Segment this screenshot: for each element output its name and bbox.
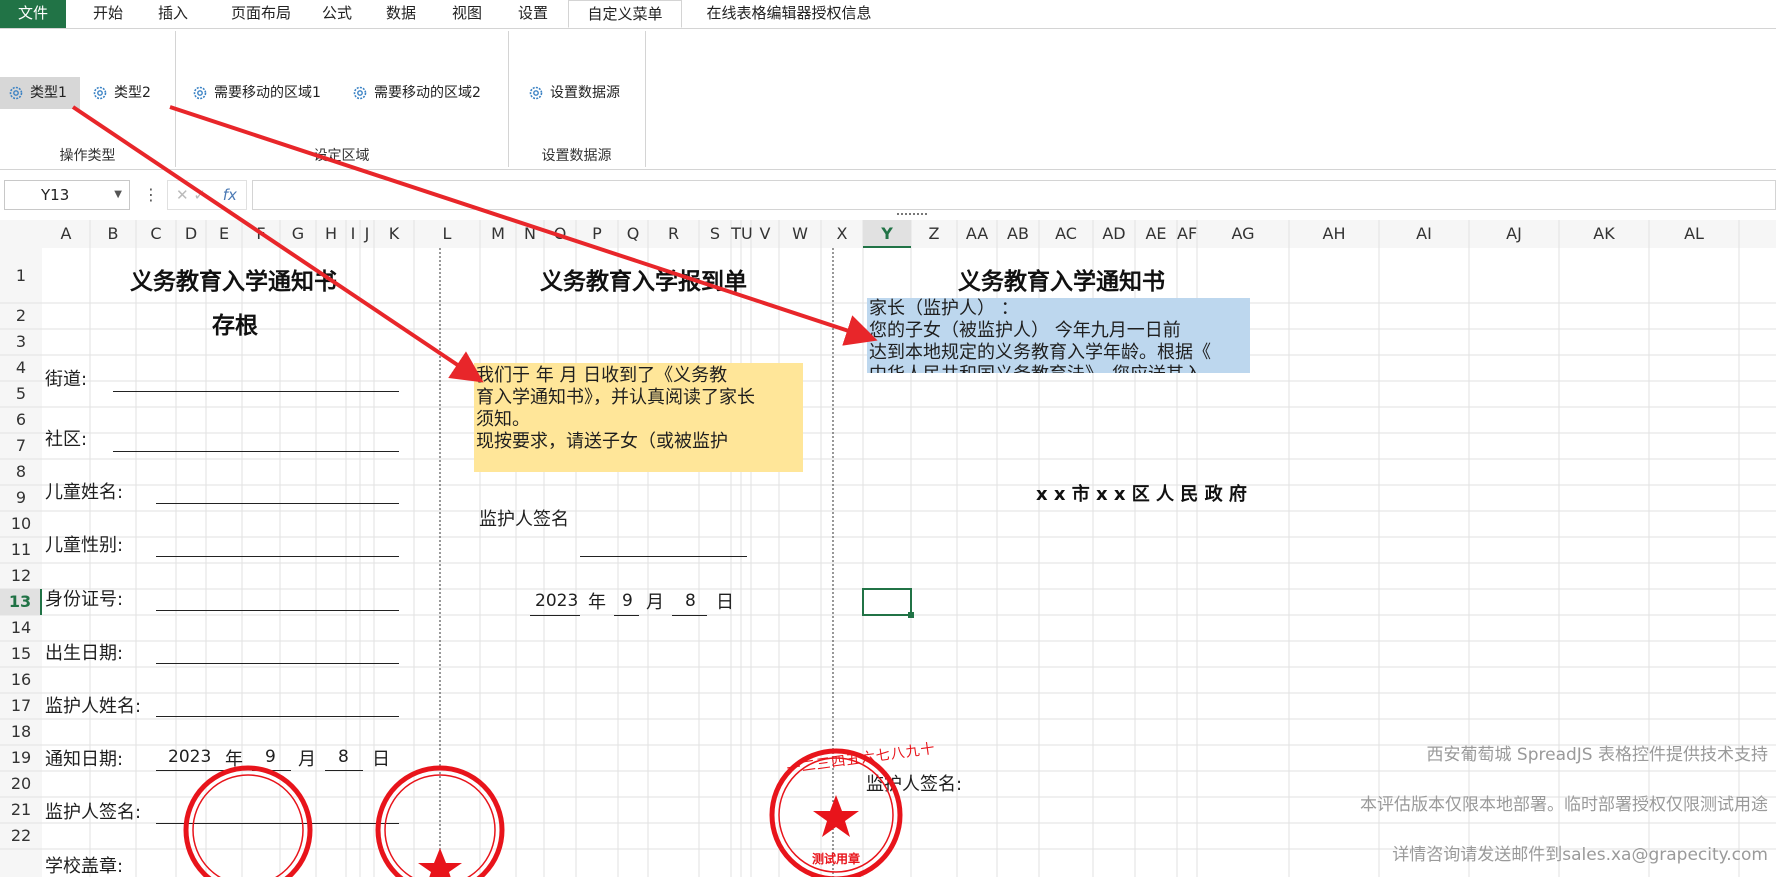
watermark-line: 本评估版本仅限本地部署。临时部署授权仅限测试用途 <box>1360 795 1768 815</box>
watermark-line: 详情咨询请发送邮件到sales.xa@grapecity.com <box>1392 845 1768 865</box>
watermark-line: 西安葡萄城 SpreadJS 表格控件提供技术支持 <box>1426 745 1768 765</box>
arrow-type2 <box>169 105 878 346</box>
spreadsheet-grid[interactable]: ABCDEFGHIJKLMNOPQRSTUVWXYZAAABACADAEAFAG… <box>0 105 1776 877</box>
arrow-type1 <box>71 105 484 383</box>
